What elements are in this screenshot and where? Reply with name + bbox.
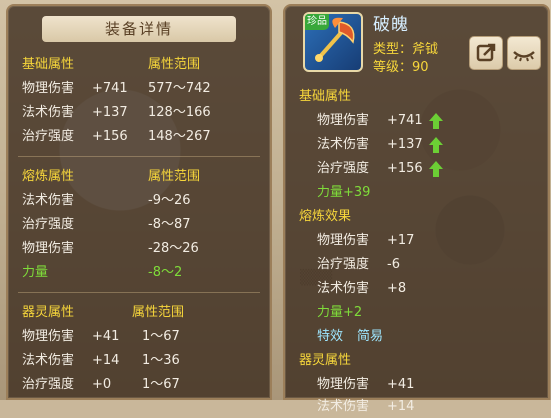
- stat-range: 148～267: [148, 129, 211, 144]
- section-title: 器灵属性: [22, 305, 75, 320]
- bonus-row: 力量+39: [285, 182, 548, 204]
- item-name: 破魄: [373, 15, 409, 35]
- stat-name: 物理伤害: [317, 233, 370, 248]
- up-arrow-icon: [429, 137, 443, 153]
- stat-row: 法术伤害 +137: [285, 134, 548, 156]
- special-label: 特效: [317, 329, 344, 344]
- stat-value: +8: [387, 281, 407, 296]
- stat-row: 物理伤害 +741: [285, 110, 548, 132]
- eye-icon: [513, 51, 535, 62]
- special-effect-row: 特效 简易: [285, 326, 548, 348]
- item-info-panel: 珍品 破魄 类型：斧钺 等级：90 基础属性 物理伤害 +741 法术伤害 +1…: [283, 4, 550, 414]
- stat-name: 物理伤害: [22, 81, 75, 96]
- section-title: 器灵属性: [299, 353, 352, 368]
- up-arrow-icon: [429, 161, 443, 177]
- section-header-spirit: 器灵属性 属性范围: [8, 302, 270, 324]
- stat-range: -28～26: [148, 241, 199, 256]
- stat-row: 物理伤害 +41: [285, 374, 548, 396]
- stat-name: 物理伤害: [317, 377, 370, 392]
- stat-value: +741: [92, 81, 128, 96]
- section-title: 熔炼属性: [22, 169, 75, 184]
- stat-name: 物理伤害: [317, 113, 370, 128]
- stat-row: 物理伤害 +17: [285, 230, 548, 252]
- stat-name: 治疗强度: [317, 257, 370, 272]
- stat-value: +137: [387, 137, 423, 152]
- stat-name: 物理伤害: [22, 329, 75, 344]
- divider: [18, 156, 260, 157]
- stat-name: 治疗强度: [22, 129, 75, 144]
- stat-value: +137: [92, 105, 128, 120]
- stat-value: +156: [387, 161, 423, 176]
- stat-value: +741: [387, 113, 423, 128]
- stat-value: +41: [92, 329, 120, 344]
- section-header-spirit: 器灵属性: [285, 350, 548, 372]
- axe-icon[interactable]: 珍品: [303, 12, 363, 72]
- stat-value: +41: [387, 377, 415, 392]
- bonus-stat: 力量+2: [317, 305, 363, 320]
- stat-row: 物理伤害 +741 577～742: [8, 78, 270, 100]
- divider: [18, 292, 260, 293]
- stat-name: 法术伤害: [22, 105, 75, 120]
- section-title: 基础属性: [299, 89, 352, 104]
- item-type: 类型：斧钺: [373, 42, 439, 57]
- item-level: 等级：90: [373, 60, 429, 75]
- range-header: 属性范围: [132, 305, 185, 320]
- stat-name: 法术伤害: [317, 399, 370, 414]
- stat-row: 物理伤害 -28～26: [8, 238, 270, 260]
- stat-range: -9～26: [148, 193, 191, 208]
- up-arrow-icon: [429, 113, 443, 129]
- stat-row: 治疗强度 -6: [285, 254, 548, 276]
- stat-row-strength: 力量 -8～2: [8, 262, 270, 284]
- range-header: 属性范围: [148, 57, 201, 72]
- stat-row: 治疗强度 -8～87: [8, 214, 270, 236]
- stat-range: 128～166: [148, 105, 211, 120]
- stat-range: 577～742: [148, 81, 211, 96]
- stat-name: 法术伤害: [22, 193, 75, 208]
- stat-range: 1～67: [142, 377, 180, 392]
- stat-row: 治疗强度 +156: [285, 158, 548, 180]
- section-title: 基础属性: [22, 57, 75, 72]
- stat-row: 法术伤害 +8: [285, 278, 548, 300]
- stat-name: 治疗强度: [22, 377, 75, 392]
- panel-title: 装备详情: [42, 16, 236, 42]
- stat-value: +0: [92, 377, 112, 392]
- section-header-base: 基础属性: [285, 86, 548, 108]
- stat-range: -8～87: [148, 217, 191, 232]
- rarity-badge: 珍品: [305, 14, 329, 30]
- stat-value: +14: [92, 353, 120, 368]
- share-button[interactable]: [469, 36, 503, 70]
- stat-row: 物理伤害 +41 1～67: [8, 326, 270, 348]
- stat-range: 1～67: [142, 329, 180, 344]
- stat-name: 法术伤害: [317, 281, 370, 296]
- section-title: 熔炼效果: [299, 209, 352, 224]
- stat-row: 法术伤害 +137 128～166: [8, 102, 270, 124]
- stat-value: -6: [387, 257, 400, 272]
- stat-name: 法术伤害: [317, 137, 370, 152]
- stat-value: +17: [387, 233, 415, 248]
- stat-name: 治疗强度: [317, 161, 370, 176]
- stat-row: 治疗强度 +0 1～67: [8, 374, 270, 396]
- special-value[interactable]: 简易: [357, 326, 383, 348]
- stat-name: 法术伤害: [22, 353, 75, 368]
- stat-value: +156: [92, 129, 128, 144]
- stat-row: 法术伤害 +14 1～36: [8, 350, 270, 372]
- section-header-smelt: 熔炼效果: [285, 206, 548, 228]
- view-button[interactable]: [507, 36, 541, 70]
- section-header-base: 基础属性 属性范围: [8, 54, 270, 76]
- stat-row: 法术伤害 +14: [285, 396, 548, 418]
- share-icon: [476, 43, 496, 62]
- stat-row: 法术伤害 -9～26: [8, 190, 270, 212]
- stat-row: 治疗强度 +156 148～267: [8, 126, 270, 148]
- bonus-row: 力量+2: [285, 302, 548, 324]
- bonus-stat: 力量+39: [317, 185, 371, 200]
- stat-value: +14: [387, 399, 415, 414]
- stat-range: -8～2: [148, 265, 183, 280]
- stat-name: 治疗强度: [22, 217, 75, 232]
- stat-name: 力量: [22, 265, 49, 280]
- stat-name: 物理伤害: [22, 241, 75, 256]
- stat-range: 1～36: [142, 353, 180, 368]
- section-header-smelt: 熔炼属性 属性范围: [8, 166, 270, 188]
- range-header: 属性范围: [148, 169, 201, 184]
- equipment-detail-panel: 装备详情 基础属性 属性范围 物理伤害 +741 577～742 法术伤害 +1…: [6, 4, 272, 400]
